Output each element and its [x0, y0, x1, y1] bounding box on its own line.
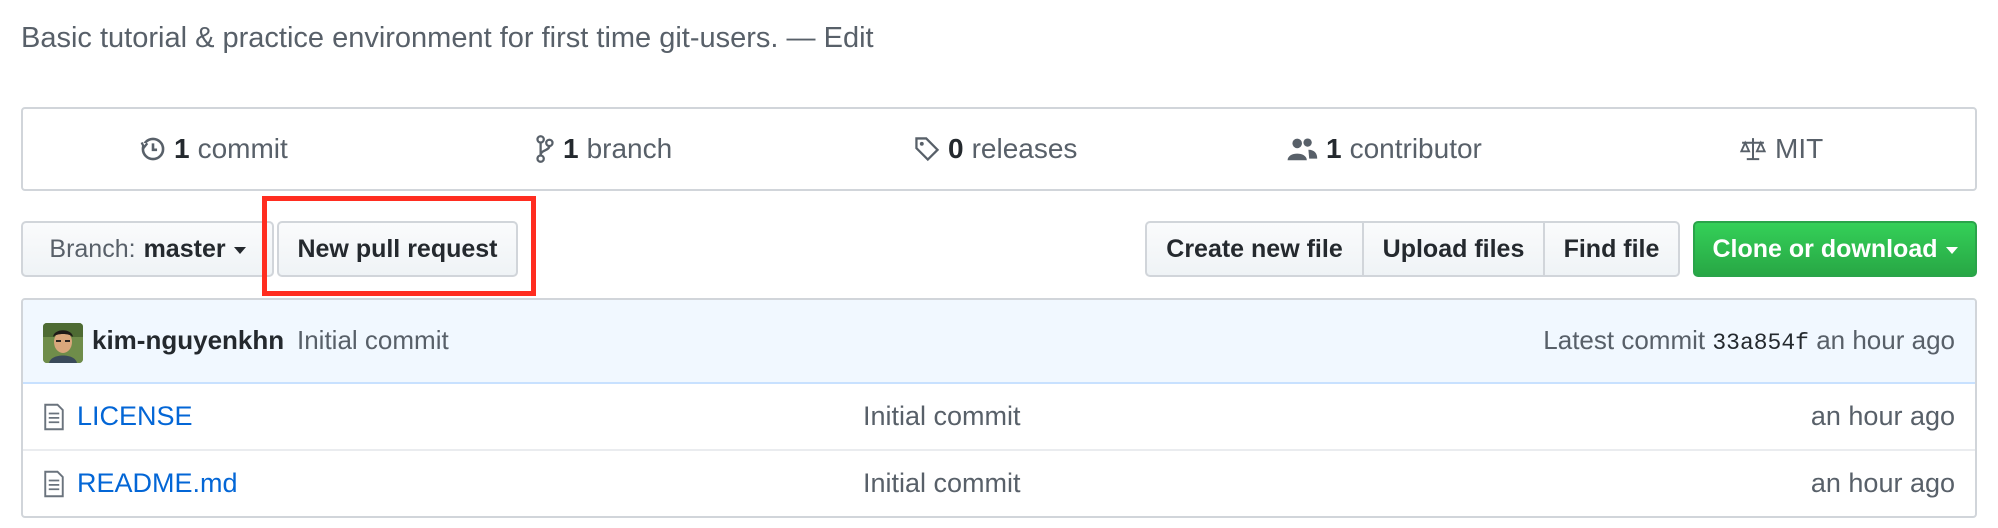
history-icon — [140, 137, 165, 161]
commit-label: commit — [197, 133, 288, 164]
git-branch-icon — [536, 135, 554, 163]
releases-summary-link[interactable]: 0 releases — [914, 109, 1077, 189]
tag-icon — [915, 137, 940, 162]
create-new-file-button[interactable]: Create new file — [1145, 221, 1364, 277]
commit-count: 1 — [174, 133, 190, 164]
release-label: releases — [971, 133, 1078, 164]
file-list: kim-nguyenkhn Initial commit Latest comm… — [21, 298, 1977, 518]
branch-select-button[interactable]: Branch: master — [21, 221, 274, 277]
latest-commit-age: an hour ago — [1816, 325, 1955, 355]
branch-name: master — [143, 234, 226, 263]
repo-description-line: Basic tutorial & practice environment fo… — [21, 22, 874, 55]
file-age: an hour ago — [1810, 401, 1955, 431]
clone-label: Clone or download — [1712, 234, 1938, 263]
latest-commit-prefix: Latest commit — [1543, 325, 1706, 355]
branch-count: 1 — [563, 133, 579, 164]
contributor-count: 1 — [1326, 133, 1342, 164]
branch-prefix: Branch: — [49, 234, 136, 263]
file-commit-message-link[interactable]: Initial commit — [863, 468, 1021, 499]
commit-tease: kim-nguyenkhn Initial commit Latest comm… — [23, 300, 1975, 384]
license-label: MIT — [1775, 133, 1824, 164]
commit-message-link[interactable]: Initial commit — [297, 325, 449, 356]
repo-page: Basic tutorial & practice environment fo… — [0, 0, 1998, 528]
avatar[interactable] — [43, 323, 83, 363]
commits-summary-link[interactable]: 1 commit — [140, 109, 288, 189]
people-icon — [1287, 138, 1318, 161]
chevron-down-icon — [233, 247, 246, 254]
file-name-link[interactable]: README.md — [77, 468, 238, 499]
file-commit-message-link[interactable]: Initial commit — [863, 401, 1021, 432]
commit-author-link[interactable]: kim-nguyenkhn — [92, 325, 284, 356]
file-name-link[interactable]: LICENSE — [77, 401, 193, 432]
file-actions-group: Create new file Upload files Find file — [1145, 221, 1680, 277]
file-text-icon — [44, 470, 64, 498]
file-row: LICENSE Initial commit an hour ago — [23, 384, 1975, 449]
branches-summary-link[interactable]: 1 branch — [535, 109, 672, 189]
commit-sha-link[interactable]: 33a854f — [1712, 330, 1809, 356]
law-icon — [1739, 138, 1767, 161]
highlight-box — [262, 196, 536, 296]
branch-label: branch — [586, 133, 673, 164]
license-summary-link[interactable]: MIT — [1739, 109, 1823, 189]
upload-files-button[interactable]: Upload files — [1362, 221, 1545, 277]
repo-description: Basic tutorial & practice environment fo… — [21, 22, 779, 54]
file-text-icon — [44, 403, 64, 431]
contributor-label: contributor — [1349, 133, 1482, 164]
latest-commit-info: Latest commit 33a854f an hour ago — [1543, 325, 1955, 356]
clone-or-download-button[interactable]: Clone or download — [1693, 221, 1977, 277]
edit-description-link[interactable]: Edit — [824, 22, 874, 54]
find-file-button[interactable]: Find file — [1543, 221, 1680, 277]
chevron-down-icon — [1945, 247, 1958, 254]
numbers-summary: 1 commit 1 branch 0 releases 1 contribut… — [21, 107, 1977, 191]
release-count: 0 — [948, 133, 964, 164]
contributors-summary-link[interactable]: 1 contributor — [1286, 109, 1482, 189]
description-separator: — — [786, 22, 816, 54]
file-row: README.md Initial commit an hour ago — [23, 449, 1975, 516]
file-age: an hour ago — [1810, 468, 1955, 498]
